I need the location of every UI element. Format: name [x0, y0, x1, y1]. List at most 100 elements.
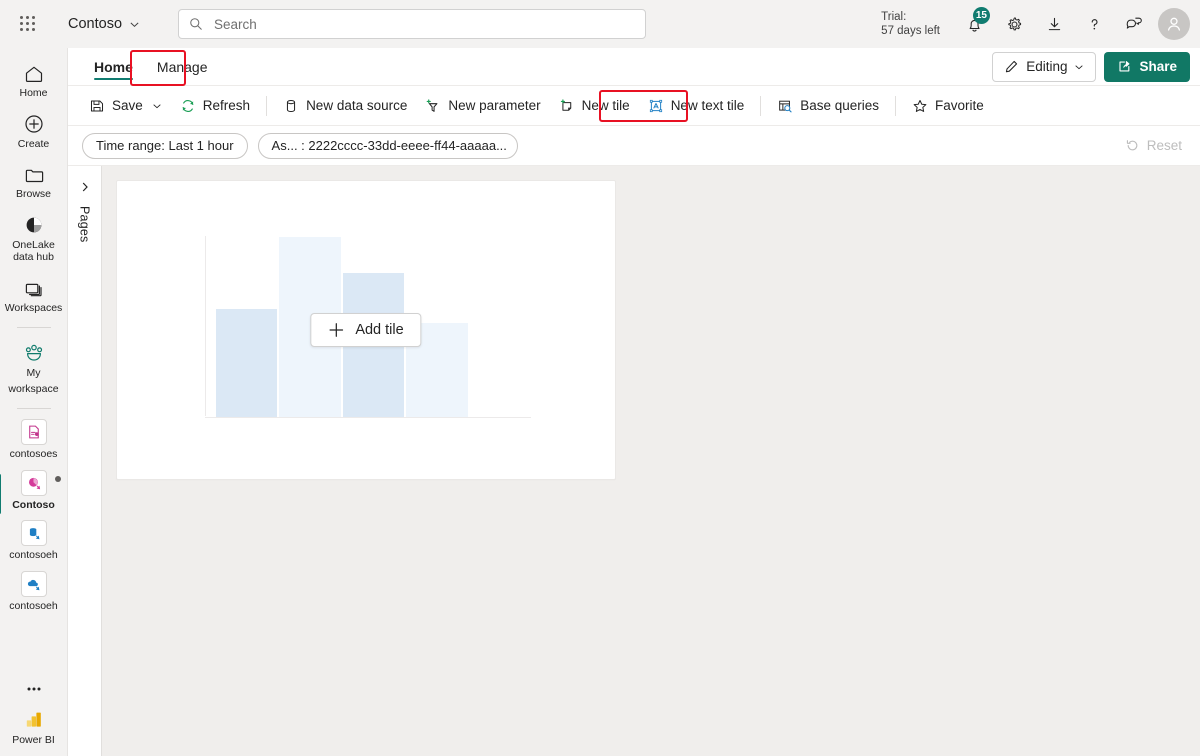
favorite-label: Favorite [935, 98, 984, 113]
reset-icon [1125, 138, 1140, 153]
share-label: Share [1139, 59, 1177, 74]
base-queries-button[interactable]: Base queries [768, 91, 888, 121]
new-tile-icon [559, 98, 575, 114]
text-tile-icon [648, 98, 664, 114]
chevron-right-icon [82, 182, 88, 192]
filter-pill-time-range[interactable]: Time range: Last 1 hour [82, 132, 248, 159]
sidebar-item-contoso[interactable]: Contoso [0, 468, 66, 517]
base-queries-icon [777, 98, 793, 114]
new-data-source-label: New data source [306, 98, 408, 113]
placeholder-chart-x-axis [205, 417, 531, 418]
editing-mode-button[interactable]: Editing [992, 51, 1097, 82]
sidebar-item-contosoes[interactable]: contosoes [2, 417, 66, 466]
sidebar-item-label: Home [19, 87, 48, 99]
command-divider-1 [266, 95, 268, 116]
sidebar-item-label: contosoes [9, 448, 58, 460]
placeholder-chart-y-axis [205, 236, 206, 416]
search-input[interactable] [212, 15, 635, 33]
filter-bar: Time range: Last 1 hour As... : 2222cccc… [68, 126, 1200, 166]
sidebar-divider [16, 327, 51, 328]
settings-button[interactable] [994, 4, 1034, 44]
workspace-contosoeh-db-icon [20, 520, 47, 546]
sidebar-item-label: Workspaces [4, 301, 63, 314]
refresh-button[interactable]: Refresh [171, 91, 259, 121]
new-data-source-button[interactable]: New data source [274, 91, 416, 121]
sidebar-item-label: Browse [15, 188, 51, 200]
sidebar-item-label: My [26, 367, 41, 379]
refresh-label: Refresh [202, 98, 251, 113]
refresh-icon [180, 98, 196, 114]
account-avatar[interactable] [1158, 8, 1190, 40]
filter-pill-label: As... : 2222cccc-33dd-eeee-ff44-aaaaa... [271, 138, 507, 153]
notification-badge: 15 [972, 7, 990, 24]
new-text-tile-button[interactable]: New text tile [639, 91, 754, 121]
new-text-tile-label: New text tile [670, 98, 745, 113]
gear-icon [1007, 16, 1021, 30]
sidebar-item-label: contosoeh [9, 599, 58, 612]
filter-pill-label: Time range: Last 1 hour [96, 138, 234, 153]
pages-panel-rail: Pages [68, 166, 102, 756]
placeholder-bar [216, 309, 278, 417]
chevron-down-icon[interactable] [152, 101, 162, 111]
dashboard-canvas[interactable]: Add tile [102, 166, 1200, 756]
sidebar-item-home[interactable]: Home [2, 56, 66, 105]
my-workspace-icon [22, 342, 46, 364]
sidebar-item-create[interactable]: Create [2, 107, 66, 156]
star-icon [912, 98, 928, 114]
sidebar-item-contosoeh-db[interactable]: contosoeh [2, 518, 66, 567]
download-button[interactable] [1034, 4, 1074, 44]
reset-label: Reset [1146, 138, 1182, 153]
sidebar-item-label: Create [17, 137, 50, 150]
command-divider-2 [760, 95, 762, 116]
share-button[interactable]: Share [1104, 51, 1190, 82]
ribbon-actions: Editing Share [992, 48, 1200, 85]
sidebar-divider-2 [16, 408, 51, 409]
reset-filters-button[interactable]: Reset [1125, 138, 1182, 153]
expand-pages-button[interactable] [72, 174, 98, 200]
parameter-icon [425, 98, 441, 114]
header-actions: Trial: 57 days left 15 [881, 0, 1200, 48]
sidebar: Home Create Browse OneLake data hub Work… [0, 48, 68, 756]
workspaces-icon [23, 277, 45, 299]
favorite-button[interactable]: Favorite [903, 91, 993, 121]
tab-home-label: Home [94, 58, 133, 75]
sidebar-item-label: Contoso [12, 498, 55, 511]
download-icon [1048, 17, 1060, 30]
trial-status: Trial: 57 days left [881, 10, 940, 38]
sidebar-item-power-bi[interactable]: Power BI [2, 703, 66, 755]
waffle-icon [20, 16, 36, 32]
tab-home[interactable]: Home [82, 48, 145, 85]
ribbon-tabs: Home Manage Editing Share [68, 48, 1200, 86]
sidebar-item-onelake-data-hub[interactable]: OneLake data hub [2, 208, 66, 269]
more-icon [23, 674, 45, 696]
sidebar-item-workspaces[interactable]: Workspaces [2, 271, 66, 320]
help-button[interactable] [1074, 4, 1114, 44]
save-button[interactable]: Save [80, 91, 171, 121]
feedback-button[interactable] [1114, 4, 1154, 44]
sidebar-item-contosoeh-cloud[interactable]: contosoeh [2, 569, 66, 618]
search-box[interactable] [178, 9, 646, 39]
save-icon [89, 98, 105, 114]
filter-pill-parameter[interactable]: As... : 2222cccc-33dd-eeee-ff44-aaaaa... [257, 132, 518, 159]
brand-switcher[interactable]: Contoso [62, 12, 146, 36]
person-icon [1167, 17, 1181, 31]
onelake-icon [23, 214, 45, 236]
workspace-contoso-icon [20, 469, 47, 496]
add-tile-button[interactable]: Add tile [310, 313, 422, 347]
sidebar-item-my-workspace[interactable]: My workspace [2, 336, 66, 400]
sidebar-more-button[interactable] [2, 668, 66, 701]
database-icon [283, 98, 299, 114]
empty-tile-card: Add tile [116, 180, 616, 480]
editing-label: Editing [1026, 59, 1068, 74]
create-icon [23, 113, 45, 135]
app-launcher-button[interactable] [8, 4, 48, 44]
command-bar: Save Refresh New data source New paramet… [68, 86, 1200, 126]
sidebar-item-browse[interactable]: Browse [2, 157, 66, 206]
notifications-button[interactable]: 15 [954, 4, 994, 44]
new-tile-button[interactable]: New tile [550, 91, 639, 121]
new-parameter-label: New parameter [448, 98, 541, 113]
tab-manage[interactable]: Manage [145, 48, 220, 85]
new-parameter-button[interactable]: New parameter [416, 91, 549, 121]
share-icon [1117, 59, 1132, 74]
pages-panel-label: Pages [77, 206, 92, 243]
